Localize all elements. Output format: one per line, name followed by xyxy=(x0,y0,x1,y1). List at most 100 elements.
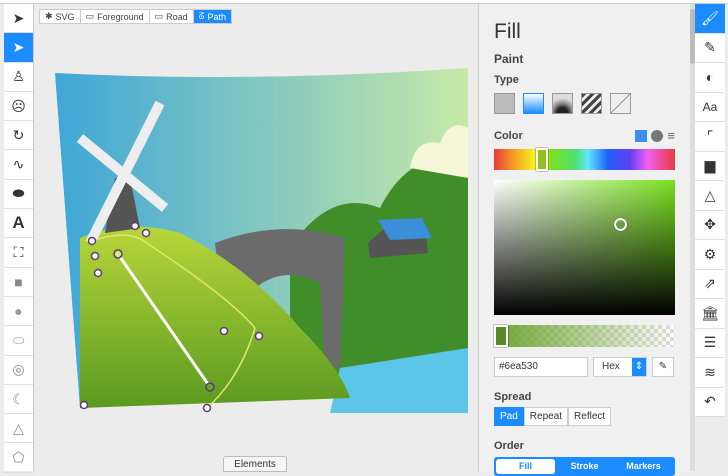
artwork-canvas[interactable] xyxy=(50,68,468,413)
hex-input[interactable]: #6ea530 xyxy=(494,357,588,377)
contrast-icon: ◐ xyxy=(705,69,715,86)
list-tab[interactable]: ☰ xyxy=(695,329,725,358)
node[interactable] xyxy=(202,403,212,413)
panel-title: Fill xyxy=(494,20,521,43)
freehand-tool[interactable]: ∿ xyxy=(4,150,33,180)
order-stroke[interactable]: Stroke xyxy=(555,459,614,474)
triangle-tool[interactable]: △ xyxy=(4,414,33,444)
text-icon: A xyxy=(12,213,25,233)
circle-swatch-icon[interactable] xyxy=(651,129,664,142)
spread-repeat[interactable]: Repeat xyxy=(523,407,569,426)
eyedropper-button[interactable]: ✎ xyxy=(652,357,674,377)
move-icon: ✥ xyxy=(704,216,716,233)
external-link-icon: ⇗ xyxy=(704,275,716,292)
ring-icon: ◎ xyxy=(12,361,25,378)
arrow-icon: ➤ xyxy=(12,9,25,26)
order-fill[interactable]: Fill xyxy=(496,459,555,474)
stroke-tab[interactable]: ✎ xyxy=(695,34,725,63)
node[interactable] xyxy=(141,228,151,238)
breadcrumb-road[interactable]: ▭ Road xyxy=(150,10,194,23)
layers-icon: ≋ xyxy=(704,363,716,380)
direct-select-tool[interactable]: ➤ xyxy=(4,33,33,63)
pattern-button[interactable] xyxy=(581,93,602,114)
circle-tool[interactable]: ● xyxy=(4,297,33,327)
spread-label: Spread xyxy=(494,391,532,403)
radial-gradient-button[interactable] xyxy=(552,93,573,114)
text-tool[interactable]: A xyxy=(4,209,33,239)
rotate-icon: ↻ xyxy=(12,126,25,143)
pentagon-tool[interactable]: ⬠ xyxy=(4,443,33,473)
undo-tab[interactable]: ↶ xyxy=(695,388,725,417)
ring-tool[interactable]: ◎ xyxy=(4,356,33,385)
move-tab[interactable]: ✥ xyxy=(695,211,725,240)
handle-node[interactable] xyxy=(113,249,123,259)
squiggle-icon: ∿ xyxy=(12,156,25,173)
library-tab[interactable]: 🏛︎ xyxy=(695,299,725,329)
format-select[interactable]: Hex ⇕ xyxy=(593,357,647,377)
breadcrumb: ✱ SVG ▭ Foreground ▭ Road ᘔ Path xyxy=(39,9,232,24)
gears-icon: ⚙ xyxy=(703,245,717,262)
person-icon: ♙ xyxy=(12,68,25,85)
pie-tool[interactable]: ☾ xyxy=(4,385,33,415)
node[interactable] xyxy=(90,251,100,261)
format-value: Hex xyxy=(602,361,620,372)
elements-button[interactable]: Elements xyxy=(223,456,287,472)
hue-thumb[interactable] xyxy=(536,148,548,171)
select-tool[interactable]: ➤ xyxy=(4,4,33,34)
fill-tab[interactable]: 🖌︎ xyxy=(695,4,725,34)
breadcrumb-label: Road xyxy=(166,11,188,22)
flat-color-button[interactable] xyxy=(494,93,515,114)
typography-icon: Aa xyxy=(702,99,718,114)
spread-pad[interactable]: Pad xyxy=(494,407,524,426)
node[interactable] xyxy=(87,236,97,246)
handle-node[interactable] xyxy=(205,382,215,392)
bank-icon: 🏛︎ xyxy=(701,304,719,321)
paint-bucket-icon: 🖌︎ xyxy=(701,9,719,26)
ruler-tab[interactable]: ⌜ xyxy=(695,122,725,152)
face-tool[interactable]: ☹ xyxy=(4,92,33,122)
shape-tab[interactable]: △ xyxy=(695,181,725,211)
node[interactable] xyxy=(93,268,103,278)
ruler-icon: ⌜ xyxy=(706,127,714,144)
ellipse-tool[interactable]: ⬭ xyxy=(4,326,33,356)
contrast-tab[interactable]: ◐ xyxy=(695,63,725,93)
rotate-tool[interactable]: ↻ xyxy=(4,121,33,151)
spread-reflect[interactable]: Reflect xyxy=(568,407,612,426)
square-swatch-icon[interactable] xyxy=(635,129,648,142)
node[interactable] xyxy=(130,221,140,231)
arrow-icon: ➤ xyxy=(12,38,25,55)
person-tool[interactable]: ♙ xyxy=(4,63,33,92)
breadcrumb-path[interactable]: ᘔ Path xyxy=(193,10,231,23)
typography-tab[interactable]: Aa xyxy=(695,93,725,122)
breadcrumb-foreground[interactable]: ▭ Foreground xyxy=(81,10,150,23)
node[interactable] xyxy=(254,331,264,341)
linear-gradient-button[interactable] xyxy=(523,93,544,114)
layers-tab[interactable]: ≋ xyxy=(695,358,725,388)
pentagon-icon: ⬠ xyxy=(12,449,25,466)
order-selector: Fill Stroke Markers xyxy=(494,457,675,476)
node[interactable] xyxy=(79,400,89,410)
breadcrumb-label: Path xyxy=(207,11,226,22)
face-icon: ☹ xyxy=(11,97,26,114)
list-icon[interactable]: ≡ xyxy=(667,128,675,143)
saturation-value-picker[interactable] xyxy=(494,180,675,315)
hue-slider[interactable] xyxy=(494,148,675,171)
moon-icon: ☾ xyxy=(12,390,25,407)
breadcrumb-svg[interactable]: ✱ SVG xyxy=(40,10,81,23)
order-markers[interactable]: Markers xyxy=(614,459,673,474)
rectangle-tool[interactable]: ■ xyxy=(4,268,33,297)
export-tab[interactable]: ⇗ xyxy=(695,270,725,299)
settings-tab[interactable]: ⚙ xyxy=(695,240,725,270)
no-paint-button[interactable] xyxy=(610,93,631,114)
ellipse-filled-tool[interactable]: ⬬ xyxy=(4,180,33,210)
order-label: Order xyxy=(494,440,524,452)
alpha-thumb[interactable] xyxy=(494,325,508,347)
brush-icon: ✎ xyxy=(704,39,716,56)
node[interactable] xyxy=(219,326,229,336)
comment-tab[interactable]: ▆ xyxy=(695,152,725,181)
breadcrumb-label: Foreground xyxy=(97,11,144,22)
alpha-slider[interactable] xyxy=(494,325,675,347)
paint-heading: Paint xyxy=(494,52,524,66)
color-cursor[interactable] xyxy=(614,218,627,231)
frame-tool[interactable]: ⛶ xyxy=(4,238,33,268)
